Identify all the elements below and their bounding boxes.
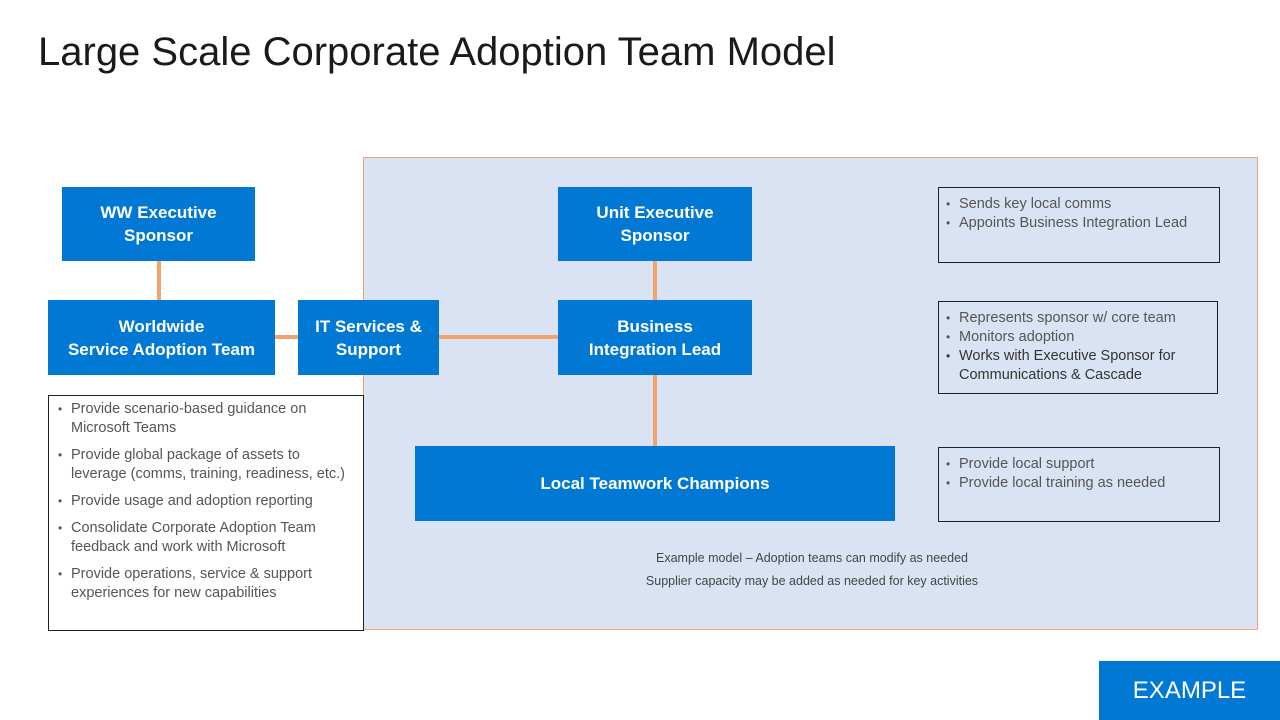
node-worldwide-service-adoption-team: Worldwide Service Adoption Team [48,300,275,375]
responsibility-item: Sends key local comms [946,195,1213,214]
bil-responsibilities: Represents sponsor w/ core team Monitors… [938,301,1218,394]
responsibility-item: Provide local training as needed [946,474,1213,493]
node-business-integration-lead: Business Integration Lead [558,300,752,375]
caption-example-model: Example model – Adoption teams can modif… [656,551,968,565]
responsibility-item: Works with Executive Sponsor for Communi… [946,347,1211,385]
connector-unit-exec-to-bil [653,261,657,300]
node-unit-executive-sponsor: Unit Executive Sponsor [558,187,752,261]
ww-team-responsibilities: Provide scenario-based guidance on Micro… [48,395,364,631]
responsibility-item: Provide local support [946,455,1213,474]
caption-supplier-capacity: Supplier capacity may be added as needed… [645,574,979,588]
connector-ww-exec-to-ww-team [157,261,161,300]
responsibility-item: Represents sponsor w/ core team [946,309,1211,328]
responsibility-item: Provide usage and adoption reporting [58,492,355,511]
node-ww-executive-sponsor: WW Executive Sponsor [62,187,255,261]
connector-it-to-bil [438,335,558,339]
champions-responsibilities: Provide local support Provide local trai… [938,447,1220,522]
unit-exec-responsibilities: Sends key local comms Appoints Business … [938,187,1220,263]
responsibility-item: Provide global package of assets to leve… [58,446,355,484]
node-local-teamwork-champions: Local Teamwork Champions [415,446,895,521]
responsibility-item: Provide operations, service & support ex… [58,565,355,603]
example-badge: EXAMPLE [1099,661,1280,720]
slide-title: Large Scale Corporate Adoption Team Mode… [38,30,836,74]
responsibility-item: Monitors adoption [946,328,1211,347]
connector-bil-to-champions [653,374,657,446]
responsibility-item: Consolidate Corporate Adoption Team feed… [58,519,355,557]
connector-ww-team-to-it [275,335,298,339]
responsibility-item: Provide scenario-based guidance on Micro… [58,400,355,438]
node-it-services-support: IT Services & Support [298,300,439,375]
responsibility-item: Appoints Business Integration Lead [946,214,1213,233]
